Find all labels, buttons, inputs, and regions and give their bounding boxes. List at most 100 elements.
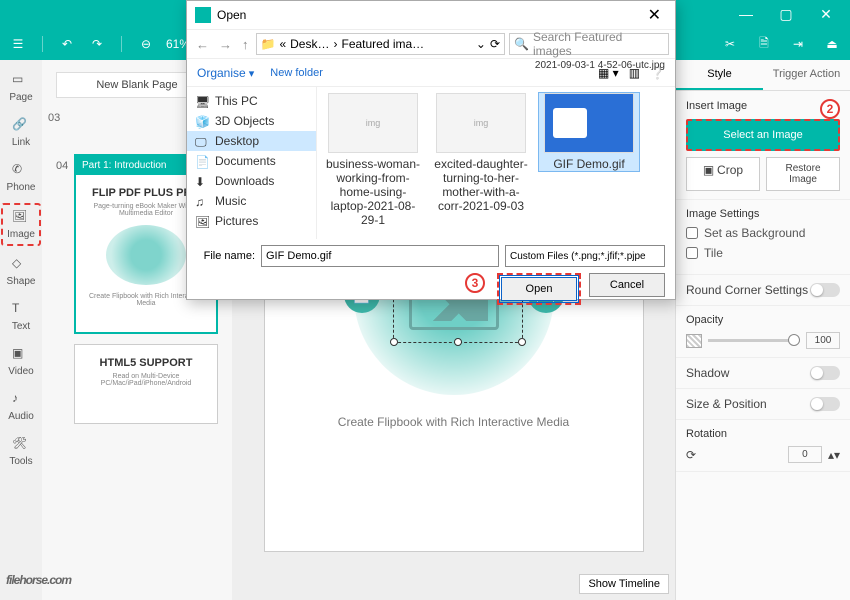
file-thumbnail: img [436,93,526,153]
thumb-subtitle: Read on Multi-Device PC/Mac/iPad/iPhone/… [83,373,209,387]
resize-handle[interactable] [390,338,398,346]
rotation-icon: ⟳ [686,448,696,462]
undo-icon[interactable]: ↶ [57,34,77,54]
shadow-toggle[interactable] [810,366,840,380]
opacity-slider[interactable] [708,339,800,342]
file-item-partial: 2021-09-03-1 4-52-06-utc.jpg [535,59,665,72]
rotation-value[interactable]: 0 [788,446,822,463]
insert-image-label: Insert Image [686,100,747,112]
tree-documents[interactable]: 📄Documents [187,151,316,171]
tab-style[interactable]: Style [676,60,763,90]
opacity-label: Opacity [686,314,840,326]
window-maximize[interactable]: ▢ [766,0,806,28]
document-icon: 📄 [195,155,209,167]
save-icon[interactable]: 🗎 [754,34,774,54]
menu-icon[interactable]: ☰ [8,34,28,54]
page-number: 04 [56,160,68,172]
dialog-close-button[interactable]: ✕ [642,5,667,25]
tree-downloads[interactable]: ⬇Downloads [187,171,316,191]
rail-tools[interactable]: 🛠Tools [1,432,41,471]
resize-handle[interactable] [454,338,462,346]
rail-audio[interactable]: ♪Audio [1,387,41,426]
rail-video[interactable]: ▣Video [1,342,41,381]
crop-icon: ▣ [703,163,714,177]
set-as-background-checkbox[interactable]: Set as Background [686,226,840,240]
app-icon [195,7,211,23]
file-type-filter[interactable] [505,245,665,267]
file-item-selected[interactable]: GIF Demo.gif [539,93,639,171]
thumb-graphic [106,225,186,285]
tile-checkbox[interactable]: Tile [686,246,840,260]
callout-badge-3: 3 [465,273,485,293]
cut-icon[interactable]: ✂ [720,34,740,54]
refresh-icon[interactable]: ⟳ [490,37,500,51]
exit-icon[interactable]: ⏏ [822,34,842,54]
nav-forward-icon[interactable]: → [216,37,235,52]
nav-back-icon[interactable]: ← [193,37,212,52]
panel-tabs: Style Trigger Action [676,60,850,91]
rail-text[interactable]: TText [1,297,41,336]
tree-desktop[interactable]: 🖵Desktop [187,131,316,151]
file-item[interactable]: img excited-daughter-turning-to-her-moth… [431,93,531,213]
tree-this-pc[interactable]: 🖥This PC [187,91,316,111]
select-image-button[interactable]: Select an Image [686,119,840,151]
organise-menu[interactable]: Organise ▾ [197,66,254,80]
page-icon: ▭ [12,72,30,90]
download-icon: ⬇ [195,175,209,187]
rail-phone[interactable]: ✆Phone [1,158,41,197]
text-icon: T [12,301,30,319]
filename-input[interactable] [261,245,499,267]
tree-3d-objects[interactable]: 🧊3D Objects [187,111,316,131]
canvas-caption: Create Flipbook with Rich Interactive Me… [338,415,569,429]
thumb-title: HTML5 SUPPORT [83,357,209,369]
redo-icon[interactable]: ↷ [87,34,107,54]
tree-pictures[interactable]: 🖼Pictures [187,211,316,231]
file-item[interactable]: img business-woman-working-from-home-usi… [323,93,423,227]
tab-trigger-action[interactable]: Trigger Action [763,60,850,90]
restore-image-button[interactable]: Restore Image [766,157,840,191]
rail-page[interactable]: ▭Page [1,68,41,107]
zoom-out-icon[interactable]: ⊖ [136,34,156,54]
audio-icon: ♪ [12,391,30,409]
breadcrumb[interactable]: 📁 « Desk…› Featured ima… ⌄ ⟳ [256,33,506,55]
chevron-down-icon[interactable]: ⌄ [476,37,486,51]
stepper-icon[interactable]: ▴▾ [828,448,840,462]
properties-panel: Style Trigger Action Insert Image 2 Sele… [675,60,850,600]
resize-handle[interactable] [518,338,526,346]
window-minimize[interactable]: — [726,0,766,28]
tree-music[interactable]: ♫Music [187,191,316,211]
dialog-title: Open [217,8,246,22]
file-thumbnail [544,93,634,153]
opacity-value[interactable]: 100 [806,332,840,349]
shadow-label: Shadow [686,366,729,380]
search-icon: 🔍 [514,37,529,51]
search-input[interactable]: 🔍 Search Featured images [509,33,669,55]
transparency-icon [686,334,702,348]
image-icon: 🖼 [12,209,30,227]
export-icon[interactable]: ⇥ [788,34,808,54]
window-close[interactable]: ✕ [806,0,846,28]
rail-shape[interactable]: ◇Shape [1,252,41,291]
pictures-icon: 🖼 [195,215,209,227]
cancel-button[interactable]: Cancel [589,273,665,297]
new-folder-button[interactable]: New folder [270,67,323,79]
rail-image[interactable]: 🖼Image [1,203,41,246]
open-button[interactable]: Open [501,277,577,301]
folder-icon: 📁 [261,37,276,51]
round-corner-toggle[interactable] [810,283,840,297]
nav-up-icon[interactable]: ↑ [239,37,252,52]
tool-rail: ▭Page 🔗Link ✆Phone 🖼Image ◇Shape TText ▣… [0,60,42,600]
cube-icon: 🧊 [195,115,209,127]
size-position-toggle[interactable] [810,397,840,411]
file-list: img business-woman-working-from-home-usi… [317,87,675,239]
phone-icon: ✆ [12,162,30,180]
rail-link[interactable]: 🔗Link [1,113,41,152]
file-thumbnail: img [328,93,418,153]
file-open-dialog: Open ✕ ← → ↑ 📁 « Desk…› Featured ima… ⌄ … [186,0,676,300]
open-button-highlight: Open [497,273,581,305]
show-timeline-button[interactable]: Show Timeline [579,574,669,594]
crop-button[interactable]: ▣ Crop [686,157,760,191]
rotation-label: Rotation [686,428,840,440]
page-thumb-05[interactable]: HTML5 SUPPORT Read on Multi-Device PC/Ma… [74,344,218,424]
image-settings-label: Image Settings [686,208,840,220]
